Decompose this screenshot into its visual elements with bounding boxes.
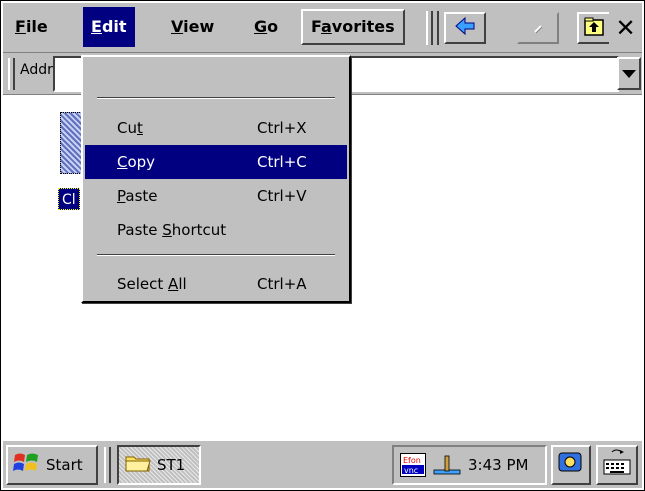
address-dropdown-button[interactable] [617,57,641,90]
menu-item-copy[interactable]: Copy Ctrl+C [85,145,347,179]
taskbar-grip [104,447,111,483]
svg-text:vnc: vnc [404,466,418,475]
menu-item-paste-shortcut[interactable]: Paste Shortcut [85,213,347,247]
menu-separator [97,254,335,256]
system-tray: Efon vnc 3:43 PM [392,445,547,485]
clock[interactable]: 3:43 PM [468,456,528,474]
address-grip[interactable] [8,58,15,90]
up-folder-button[interactable] [577,12,611,44]
menu-item-paste[interactable]: Paste Ctrl+V [85,179,347,213]
back-button[interactable] [444,12,486,44]
keyboard-button[interactable] [596,445,638,485]
network-icon[interactable] [432,454,462,476]
start-button[interactable]: Start [6,445,98,485]
close-icon: ✕ [615,14,636,42]
keyboard-icon [602,448,632,482]
forward-icon [527,16,549,40]
menu-item-cut[interactable]: Cut Ctrl+X [85,111,347,145]
menu-file[interactable]: File [7,7,56,47]
menu-favorites[interactable]: Favorites [301,9,405,45]
menu-edit[interactable]: Edit [83,7,135,47]
shortcut-label: Ctrl+X [257,119,307,137]
svg-text:Efon: Efon [403,456,421,465]
menu-bar: File Edit View Go Favorites ✕ [3,3,642,53]
shortcut-label: Ctrl+C [257,153,307,171]
folder-icon [125,453,151,477]
taskbar: Start ST1 Efon vnc 3:43 PM [3,439,642,488]
chevron-down-icon [622,66,636,82]
taskbar-item-st1[interactable]: ST1 [117,445,201,485]
menu-go[interactable]: Go [246,7,286,47]
close-button[interactable]: ✕ [609,12,642,44]
toolbar-grip[interactable] [426,11,433,45]
back-icon [454,16,476,40]
menu-view[interactable]: View [163,7,222,47]
desktop-icon [558,451,584,479]
address-label: Addr [20,62,53,78]
desktop-button[interactable] [551,445,591,485]
menu-item-select-all[interactable]: Select All Ctrl+A [85,267,347,301]
shortcut-label: Ctrl+V [257,187,307,205]
menu-separator [97,97,335,99]
windows-logo-icon [12,451,40,479]
edit-menu: Cut Ctrl+X Copy Ctrl+C Paste Ctrl+V Past… [81,55,351,303]
taskbar-item-label: ST1 [157,456,186,474]
file-name-label[interactable]: Cl [58,188,80,210]
shortcut-label: Ctrl+A [257,275,307,293]
toolbar-grip-2 [434,11,439,45]
forward-button[interactable] [517,12,559,44]
up-folder-icon [583,15,605,41]
efon-vnc-icon[interactable]: Efon vnc [400,453,426,477]
start-label: Start [46,456,83,474]
